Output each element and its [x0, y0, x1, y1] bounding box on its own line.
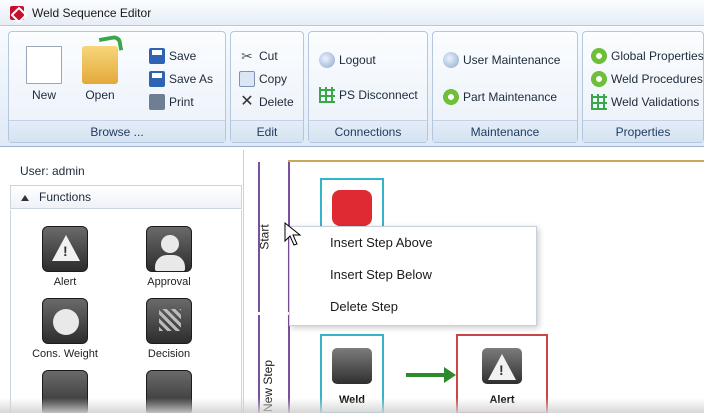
printer-icon: [149, 94, 165, 110]
weld-icon: [332, 348, 372, 384]
disconnect-icon: [319, 87, 335, 103]
tool-decision[interactable]: Decision: [129, 298, 209, 360]
open-button[interactable]: Open: [73, 46, 127, 102]
tool-alert-label: Alert: [53, 276, 77, 288]
save-as-label: Save As: [169, 72, 214, 86]
app-logo-icon: [10, 6, 24, 20]
weld-validations-label: Weld Validations: [611, 95, 700, 109]
user-maintenance-icon: [443, 52, 459, 68]
approval-icon: [146, 226, 192, 272]
connections-group-label: Connections: [309, 120, 427, 142]
logout-button[interactable]: Logout: [319, 52, 376, 68]
scissors-icon: ✂: [241, 48, 253, 64]
ribbon: New Open Save Save As Print Browse ... ✂…: [0, 27, 704, 147]
global-properties-button[interactable]: Global Properties: [591, 48, 704, 64]
save-button[interactable]: Save: [149, 48, 196, 64]
print-button[interactable]: Print: [149, 94, 194, 110]
tool-decision-label: Decision: [147, 348, 191, 360]
ribbon-group-maintenance: User Maintenance Part Maintenance Mainte…: [432, 31, 578, 143]
tool-approval-label: Approval: [147, 276, 191, 288]
alert-icon: [482, 348, 522, 384]
insert-step-below-item[interactable]: Insert Step Below: [290, 259, 536, 291]
copy-button[interactable]: Copy: [239, 71, 287, 87]
tool-cons-weight[interactable]: Cons. Weight: [25, 298, 105, 360]
ps-disconnect-button[interactable]: PS Disconnect: [319, 87, 418, 103]
delete-step-item[interactable]: Delete Step: [290, 291, 536, 323]
copy-label: Copy: [259, 72, 288, 86]
app-window: Weld Sequence Editor New Open Save Save …: [0, 0, 704, 413]
weld-procedures-label: Weld Procedures: [611, 72, 703, 86]
user-label: User: admin: [20, 164, 85, 178]
ps-disconnect-label: PS Disconnect: [339, 88, 418, 102]
browse-group-label: Browse ...: [9, 120, 225, 142]
save-icon: [149, 48, 165, 64]
cut-button[interactable]: ✂ Cut: [239, 48, 278, 64]
tool-approval[interactable]: Approval: [129, 226, 209, 288]
edit-group-label: Edit: [231, 120, 303, 142]
copy-icon: [239, 71, 255, 87]
ribbon-group-connections: Logout PS Disconnect Connections: [308, 31, 428, 143]
part-maintenance-label: Part Maintenance: [463, 90, 558, 104]
start-icon: [332, 190, 372, 226]
new-document-icon: [26, 46, 62, 84]
logout-icon: [319, 52, 335, 68]
title-bar: Weld Sequence Editor: [0, 0, 704, 26]
ribbon-group-properties: Global Properties Weld Procedures Weld V…: [582, 31, 704, 143]
save-as-icon: [149, 71, 165, 87]
user-maintenance-label: User Maintenance: [463, 53, 561, 67]
tool-cons-weight-label: Cons. Weight: [32, 348, 98, 360]
save-as-button[interactable]: Save As: [149, 71, 213, 87]
weld-procedures-icon: [591, 71, 607, 87]
tool-alert[interactable]: Alert: [25, 226, 105, 288]
print-label: Print: [169, 95, 194, 109]
part-maintenance-button[interactable]: Part Maintenance: [443, 89, 557, 105]
insert-step-above-item[interactable]: Insert Step Above: [290, 227, 536, 259]
delete-label: Delete: [259, 95, 294, 109]
flow-arrow: [406, 367, 456, 383]
decision-icon: [146, 298, 192, 344]
cut-label: Cut: [259, 49, 278, 63]
global-properties-icon: [591, 48, 607, 64]
logout-label: Logout: [339, 53, 376, 67]
ribbon-group-edit: ✂ Cut Copy ✕ Delete Edit: [230, 31, 304, 143]
weld-validations-icon: [591, 94, 607, 110]
scale-icon: [42, 298, 88, 344]
collapse-triangle-icon: [21, 194, 29, 201]
delete-x-icon: ✕: [240, 93, 254, 110]
functions-panel: User: admin Functions Alert Approval Con…: [0, 150, 244, 413]
context-menu: Insert Step Above Insert Step Below Dele…: [289, 226, 537, 326]
ribbon-group-browse: New Open Save Save As Print Browse ...: [8, 31, 226, 143]
window-title: Weld Sequence Editor: [32, 6, 152, 20]
gear-icon: [443, 89, 459, 105]
delete-button[interactable]: ✕ Delete: [239, 93, 294, 110]
weld-validations-button[interactable]: Weld Validations: [591, 94, 699, 110]
functions-header-label: Functions: [39, 190, 92, 204]
bottom-shadow: [0, 398, 704, 413]
weld-procedures-button[interactable]: Weld Procedures: [591, 71, 703, 87]
maintenance-group-label: Maintenance: [433, 120, 577, 142]
lane-start-label: Start: [257, 224, 272, 250]
functions-expander[interactable]: Functions: [10, 185, 242, 209]
global-properties-label: Global Properties: [611, 49, 704, 63]
save-label: Save: [169, 49, 197, 63]
user-maintenance-button[interactable]: User Maintenance: [443, 52, 560, 68]
new-button[interactable]: New: [17, 46, 71, 102]
new-label: New: [31, 88, 56, 102]
open-label: Open: [85, 88, 115, 102]
alert-icon: [42, 226, 88, 272]
mouse-cursor-icon: [284, 222, 302, 246]
properties-group-label: Properties: [583, 120, 703, 142]
open-folder-icon: [82, 46, 118, 84]
functions-toolbox: Alert Approval Cons. Weight Decision: [10, 210, 242, 413]
